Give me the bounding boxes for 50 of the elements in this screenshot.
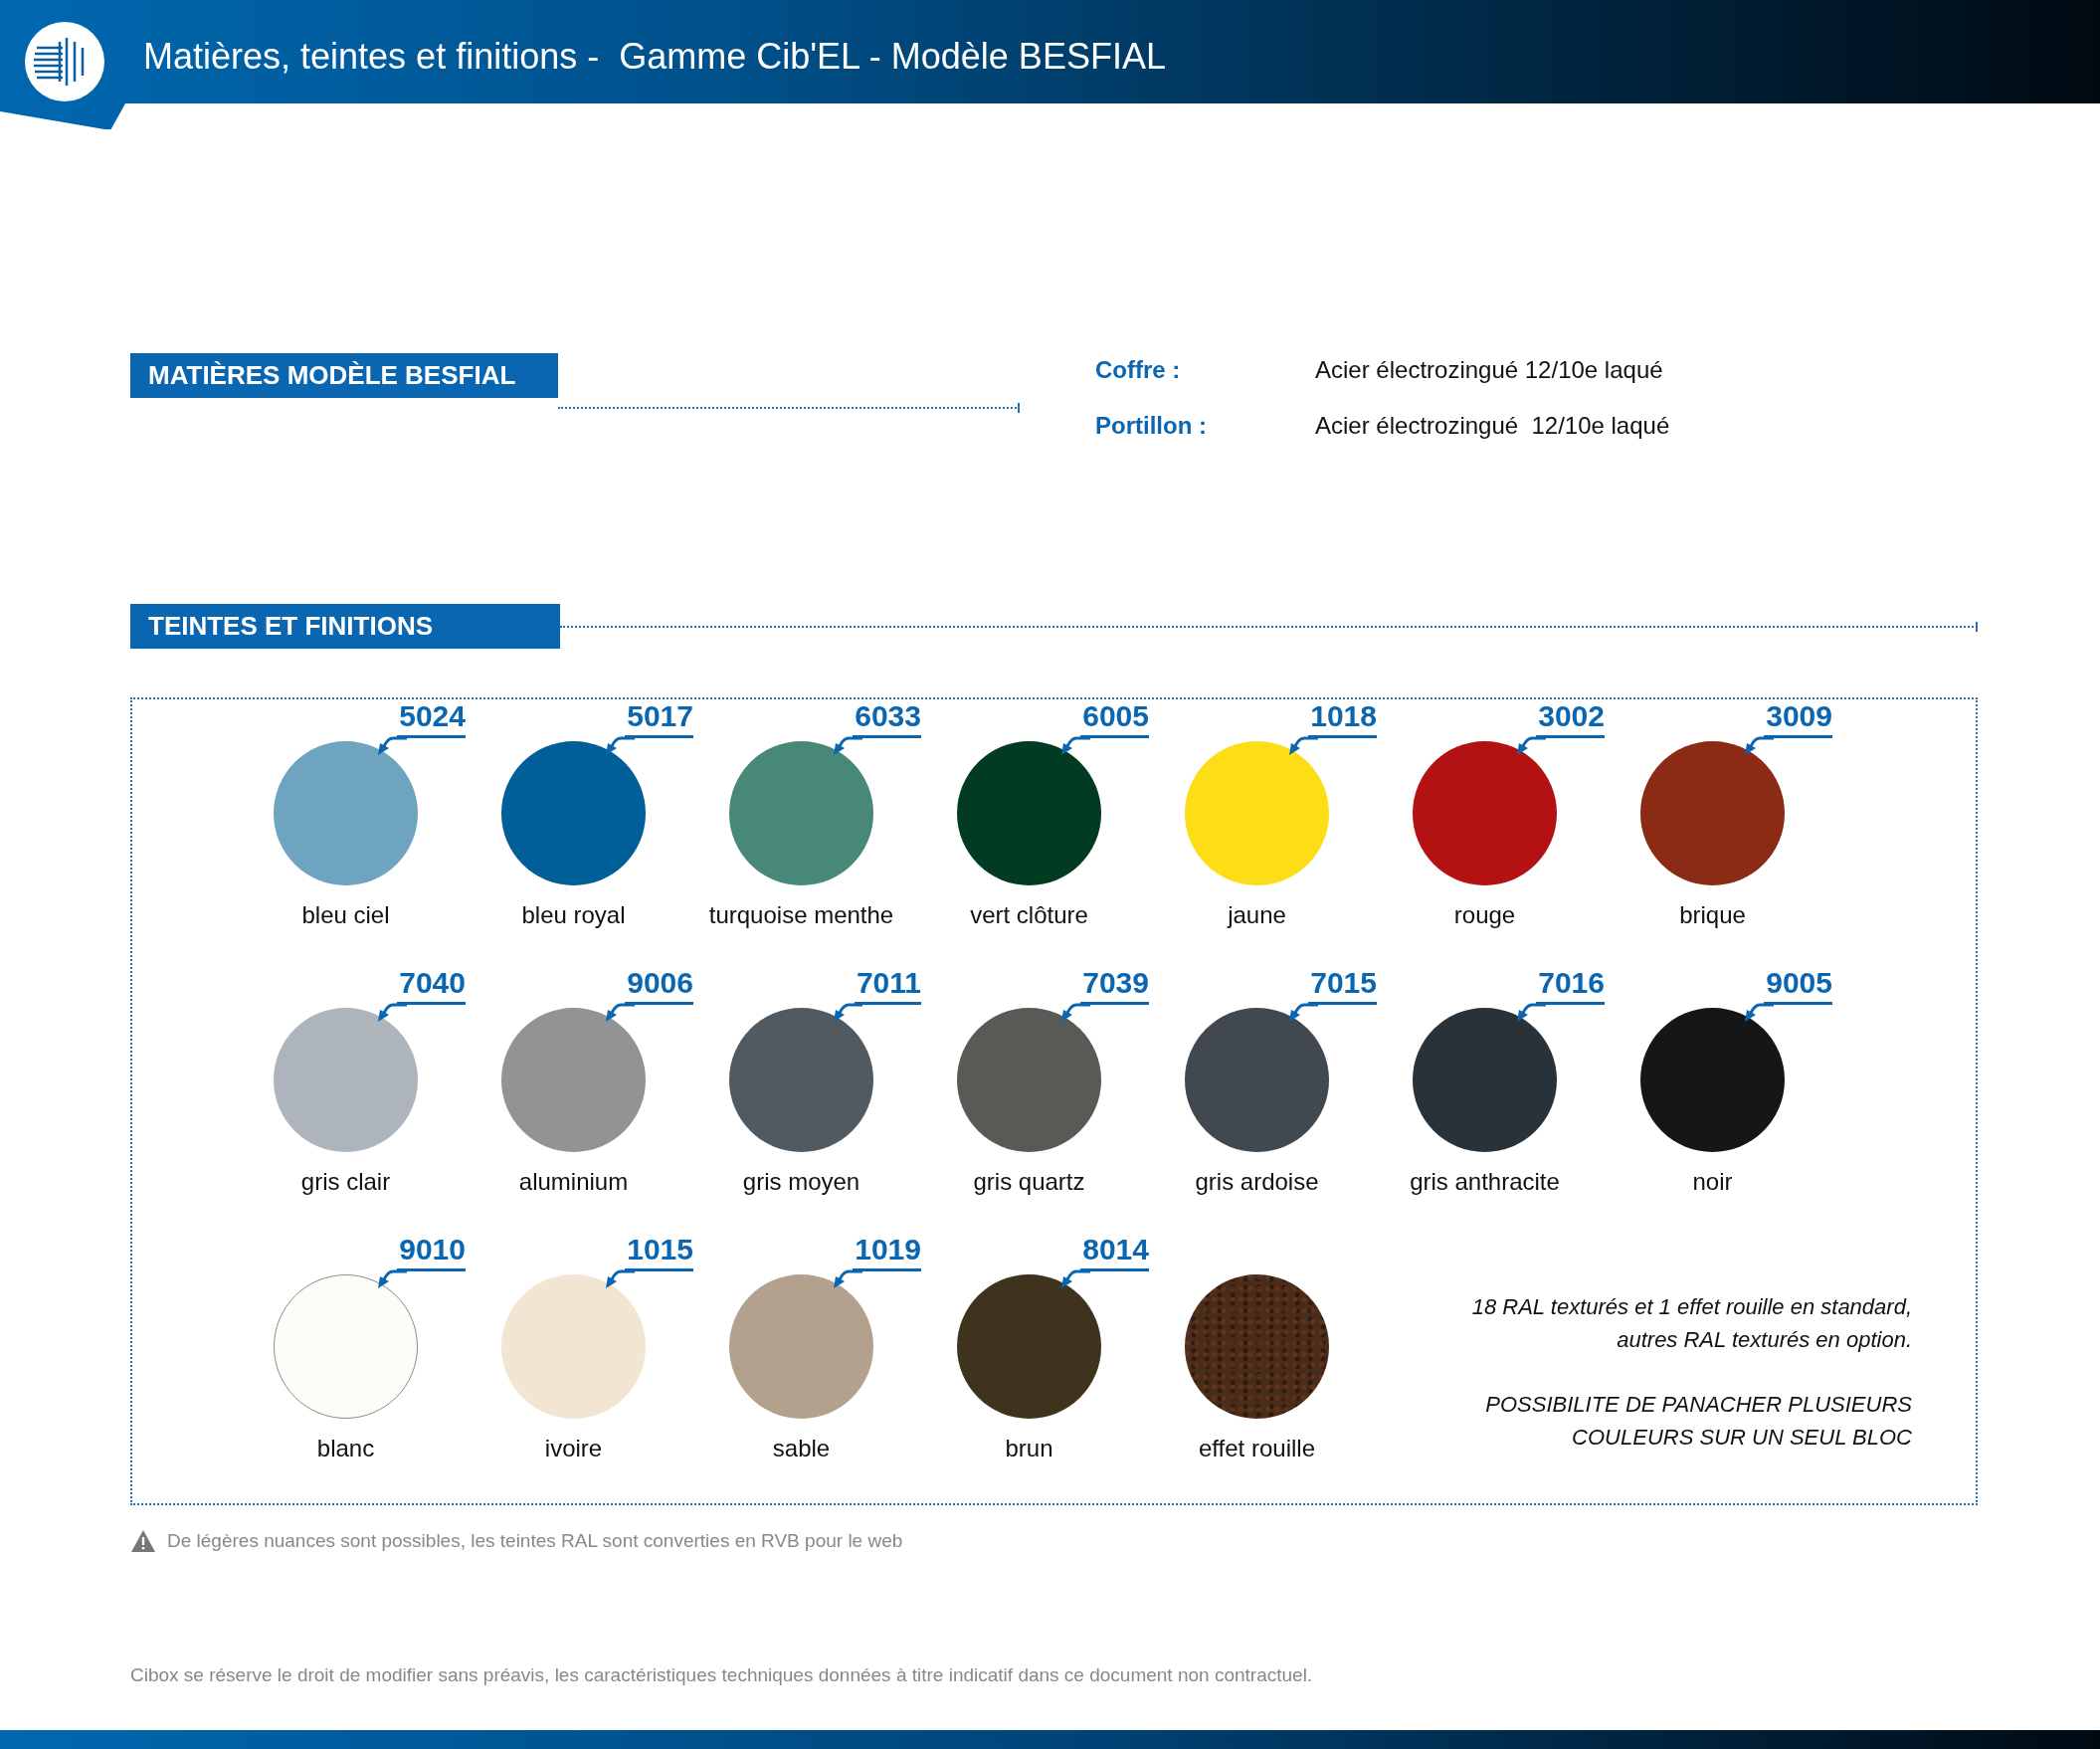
ral-code: 7016 — [1536, 966, 1605, 1005]
note-text: 18 RAL texturés et 1 effet rouille en standard, autres RAL texturés en option. — [1470, 1293, 1912, 1354]
color-name: aluminium — [517, 1168, 630, 1196]
disclaimer-text: Cibox se réserve le droit de modifier sans préavis, les caractéristiques techniques données à titre indicatif dans ce document non contractuel. — [130, 1664, 1314, 1686]
ral-code: 1019 — [853, 1233, 921, 1271]
warning-text: De légères nuances sont possibles, les teintes RAL sont converties en RVB pour le web — [167, 1530, 903, 1552]
color-name: bleu ciel — [300, 901, 391, 929]
color-name: noir — [1691, 1168, 1734, 1196]
ral-code: 9010 — [397, 1233, 466, 1271]
ral-code: 7015 — [1308, 966, 1377, 1005]
color-name: gris moyen — [741, 1168, 861, 1196]
spec-label: Portillon : — [1095, 412, 1208, 440]
color-name: gris quartz — [972, 1168, 1086, 1196]
ral-code: 6033 — [853, 699, 921, 738]
ral-code: 6005 — [1080, 699, 1149, 738]
color-name: brun — [1004, 1435, 1054, 1462]
spec-value: Acier électrozingué 12/10e laqué — [1315, 412, 1670, 440]
ral-code: 7039 — [1080, 966, 1149, 1005]
ral-code: 8014 — [1080, 1233, 1149, 1271]
note-text: POSSIBILITE DE PANACHER PLUSIEURS COULEURS SUR UN SEUL BLOC — [1484, 1391, 1912, 1452]
ral-code: 9006 — [625, 966, 693, 1005]
color-name: bleu royal — [520, 901, 627, 929]
warning-icon — [130, 1529, 156, 1553]
color-name: blanc — [315, 1435, 376, 1462]
color-name: rouge — [1452, 901, 1517, 929]
color-name: turquoise menthe — [707, 901, 895, 929]
color-name: sable — [771, 1435, 832, 1462]
ral-code: 7040 — [397, 966, 466, 1005]
ral-code: 5024 — [397, 699, 466, 738]
ral-code: 7011 — [854, 966, 921, 1005]
ral-code: 3002 — [1536, 699, 1605, 738]
color-name: gris anthracite — [1409, 1168, 1561, 1196]
spec-label: Coffre : — [1095, 356, 1182, 384]
color-name: gris ardoise — [1194, 1168, 1320, 1196]
section-heading: TEINTES ET FINITIONS — [130, 604, 560, 649]
color-name: brique — [1678, 901, 1747, 929]
color-name: vert clôture — [969, 901, 1089, 929]
section-heading: MATIÈRES MODÈLE BESFIAL — [130, 353, 558, 398]
spec-value: Acier électrozingué 12/10e laqué — [1315, 356, 1664, 384]
ral-code: 3009 — [1764, 699, 1832, 738]
color-name: jaune — [1226, 901, 1287, 929]
ral-code: 1015 — [625, 1233, 693, 1271]
ral-code: 5017 — [625, 699, 693, 738]
logo-icon — [25, 22, 104, 101]
color-name: ivoire — [543, 1435, 604, 1462]
ral-code: 1018 — [1308, 699, 1377, 738]
color-name: effet rouille — [1198, 1435, 1316, 1462]
ral-code: 9005 — [1764, 966, 1832, 1005]
color-name: gris clair — [299, 1168, 392, 1196]
page-title: Matières, teintes et finitions - Gamme Cib'EL - Modèle BESFIAL — [143, 35, 1166, 79]
